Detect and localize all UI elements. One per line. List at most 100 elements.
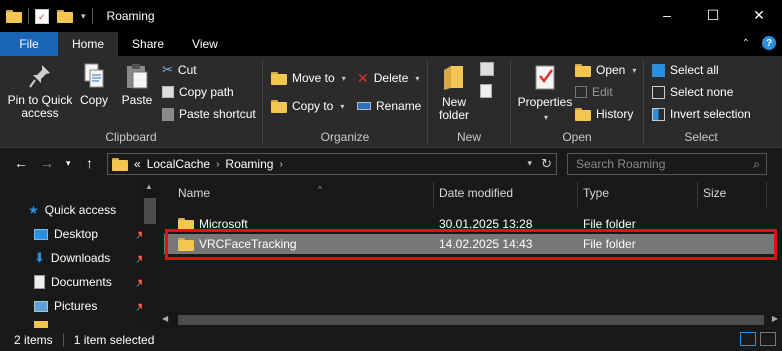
nav-item-documents[interactable]: Documents 📌 — [34, 271, 152, 293]
copy-label: Copy — [79, 93, 108, 107]
address-dropdown-icon[interactable]: ▾ — [527, 158, 532, 169]
open-label: Open — [596, 63, 626, 77]
properties-icon — [535, 65, 555, 90]
scroll-up-icon[interactable]: ▲ — [145, 182, 153, 191]
maximize-button[interactable]: ☐ — [690, 0, 736, 30]
table-row[interactable]: Microsoft 30.01.2025 13:28 File folder — [164, 214, 776, 234]
refresh-icon[interactable]: ↻ — [541, 156, 552, 172]
back-arrow-icon[interactable]: ← — [14, 155, 28, 171]
delete-label: Delete — [373, 71, 409, 85]
open-folder-icon — [575, 63, 591, 77]
dropdown-arrow-icon: ▾ — [543, 113, 548, 122]
navigation-scrollbar[interactable]: ▲ — [142, 180, 158, 328]
delete-button[interactable]: ✕ Delete ▾ — [357, 68, 419, 88]
copy-to-label: Copy to — [292, 99, 334, 113]
column-separator[interactable] — [766, 182, 767, 208]
properties-checklist-icon[interactable]: ✓ — [35, 8, 49, 24]
breadcrumb-chevron-icon[interactable]: › — [216, 159, 219, 170]
file-date: 14.02.2025 14:43 — [439, 237, 533, 251]
column-separator[interactable] — [697, 182, 698, 208]
close-button[interactable]: ✕ — [736, 0, 782, 30]
paste-shortcut-button[interactable]: Paste shortcut — [162, 104, 256, 124]
edit-icon — [575, 86, 587, 98]
recent-locations-chevron-icon[interactable]: ▾ — [66, 158, 71, 169]
column-header-date[interactable]: Date modified — [439, 186, 513, 204]
help-icon[interactable]: ? — [762, 36, 776, 50]
column-header-size[interactable]: Size — [703, 186, 726, 204]
clipboard-group-label: Clipboard — [105, 130, 157, 144]
customize-toolbar-chevron-icon[interactable]: ▾ — [81, 11, 86, 22]
folder-icon[interactable] — [6, 9, 22, 23]
breadcrumb-localcache[interactable]: LocalCache — [147, 157, 210, 171]
paste-button[interactable]: Paste — [118, 62, 156, 107]
delete-x-icon: ✕ — [357, 69, 369, 86]
new-folder-icon — [444, 66, 463, 90]
move-to-button[interactable]: Move to ▾ — [271, 68, 346, 88]
address-bar[interactable]: « LocalCache › Roaming › ▾ ↻ — [107, 153, 557, 175]
nav-item-downloads[interactable]: ⬇ Downloads 📌 — [34, 247, 152, 269]
breadcrumb-chevron-icon[interactable]: › — [279, 159, 282, 170]
new-folder-label: New folder — [438, 95, 470, 122]
scroll-right-icon[interactable]: ▶ — [772, 314, 778, 323]
column-header-label: Name — [178, 186, 211, 200]
table-row[interactable]: VRCFaceTracking 14.02.2025 14:43 File fo… — [164, 234, 776, 254]
scroll-left-icon[interactable]: ◀ — [162, 314, 168, 323]
tab-view[interactable]: View — [178, 32, 232, 56]
properties-button[interactable]: Properties ▾ — [515, 62, 575, 124]
horizontal-scrollbar[interactable]: ◀ ▶ — [158, 312, 782, 328]
organize-group: Move to ▾ Copy to ▾ ✕ Delete ▾ Rename Or… — [263, 56, 427, 148]
scrollbar-thumb[interactable] — [178, 315, 764, 325]
file-type: File folder — [583, 237, 636, 251]
forward-arrow-icon[interactable]: → — [40, 155, 54, 171]
large-icons-view-icon[interactable] — [760, 332, 776, 346]
column-header-type[interactable]: Type — [583, 186, 609, 204]
copy-button[interactable]: Copy — [76, 62, 112, 107]
details-view-icon[interactable] — [740, 332, 756, 346]
copy-to-button[interactable]: Copy to ▾ — [271, 96, 344, 116]
separator — [62, 332, 64, 347]
tab-home[interactable]: Home — [58, 32, 119, 56]
copy-path-label: Copy path — [179, 85, 234, 99]
scrollbar-thumb[interactable] — [144, 198, 156, 224]
select-none-icon — [652, 85, 665, 99]
history-button[interactable]: History — [575, 104, 633, 124]
invert-selection-button[interactable]: Invert selection — [652, 104, 751, 124]
nav-item-label: Documents — [51, 275, 112, 289]
ribbon-tabs: File Home Share View ⌃ ? — [0, 32, 782, 56]
nav-item-pictures[interactable]: Pictures 📌 — [34, 295, 152, 317]
tab-share[interactable]: Share — [118, 32, 178, 56]
copy-to-folder-icon — [271, 99, 287, 113]
select-all-button[interactable]: Select all — [652, 60, 719, 80]
minimize-button[interactable]: – — [644, 0, 690, 30]
search-input[interactable]: Search Roaming ⌕ — [567, 153, 767, 175]
pin-to-quick-access-button[interactable]: Pin to Quick access — [4, 62, 76, 120]
tab-file[interactable]: File — [0, 32, 58, 56]
column-separator[interactable] — [577, 182, 578, 208]
open-group-label: Open — [562, 130, 592, 144]
history-label: History — [596, 107, 634, 121]
select-none-button[interactable]: Select none — [652, 82, 733, 102]
open-button[interactable]: Open ▾ — [575, 60, 636, 80]
scissors-icon: ✂ — [162, 62, 173, 77]
quick-access-toolbar: ✓ ▾ — [0, 0, 99, 32]
new-group: New folder New — [428, 56, 510, 148]
new-item-icon[interactable] — [480, 62, 494, 76]
edit-button[interactable]: Edit — [575, 82, 613, 102]
collapse-ribbon-chevron-icon[interactable]: ⌃ — [742, 38, 750, 49]
new-folder-button[interactable]: New folder — [434, 62, 474, 122]
breadcrumb-roaming[interactable]: Roaming — [225, 157, 273, 171]
dropdown-arrow-icon: ▾ — [415, 73, 420, 83]
up-arrow-icon[interactable]: ↑ — [86, 155, 93, 171]
column-header-name[interactable]: Name ^ — [178, 185, 322, 204]
folder-icon — [112, 157, 128, 171]
nav-item-quick-access[interactable]: ★ Quick access — [28, 199, 146, 221]
easy-access-icon[interactable] — [480, 84, 492, 98]
column-separator[interactable] — [433, 182, 434, 208]
copy-path-button[interactable]: Copy path — [162, 82, 234, 102]
breadcrumb-overflow[interactable]: « — [134, 157, 141, 171]
new-folder-icon[interactable] — [57, 9, 73, 23]
invert-selection-icon — [652, 107, 665, 121]
nav-item-desktop[interactable]: Desktop 📌 — [34, 223, 152, 245]
cut-button[interactable]: ✂ Cut — [162, 60, 197, 80]
rename-button[interactable]: Rename — [357, 96, 421, 116]
